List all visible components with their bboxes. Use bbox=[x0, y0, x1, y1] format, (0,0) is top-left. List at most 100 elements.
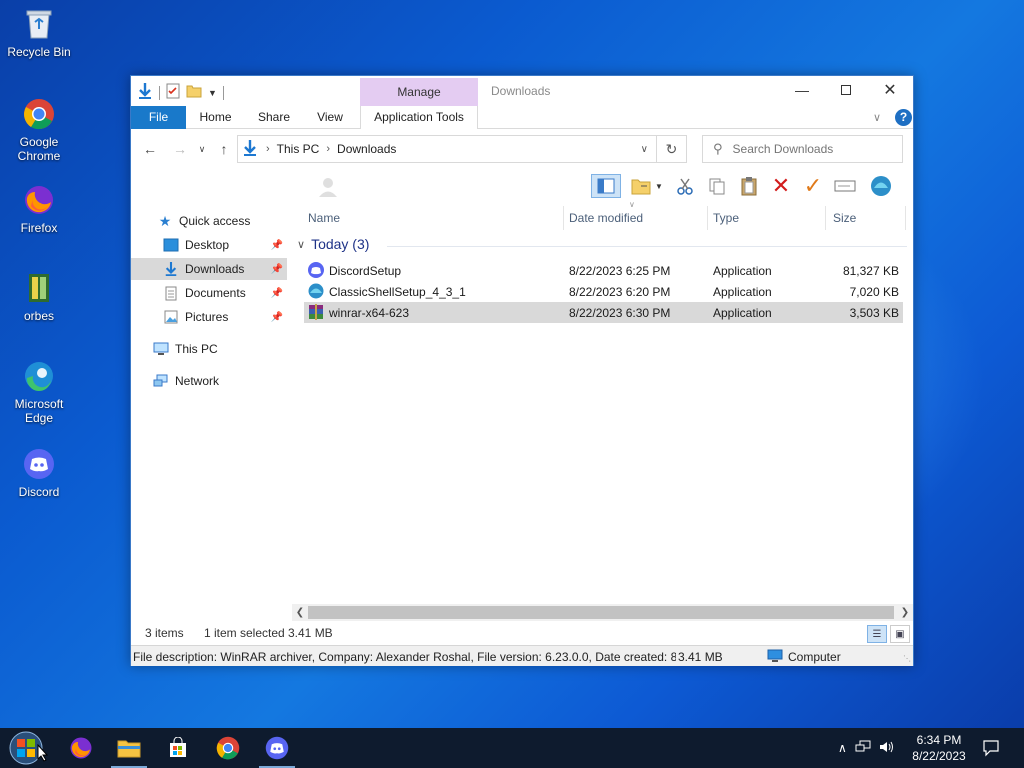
file-row[interactable]: DiscordSetup 8/22/2023 6:25 PM Applicati… bbox=[304, 260, 903, 281]
nav-item-quick-access[interactable]: ★ Quick access bbox=[157, 210, 313, 232]
column-divider[interactable] bbox=[707, 206, 708, 230]
up-button[interactable]: ↑ bbox=[215, 140, 233, 158]
desktop-icon-firefox[interactable]: Firefox bbox=[1, 182, 77, 235]
close-button[interactable]: ✕ bbox=[867, 76, 913, 104]
horizontal-scrollbar[interactable]: ❮ ❯ bbox=[292, 604, 913, 621]
chevron-right-icon: › bbox=[326, 143, 331, 155]
forward-button[interactable]: → bbox=[171, 140, 189, 158]
nav-item-desktop[interactable]: Desktop 📌 bbox=[131, 234, 287, 256]
search-input[interactable] bbox=[732, 142, 883, 156]
documents-folder-icon bbox=[163, 285, 179, 301]
rename-icon[interactable] bbox=[833, 174, 857, 198]
taskbar-firefox[interactable] bbox=[57, 728, 105, 768]
new-folder-icon[interactable] bbox=[186, 84, 202, 101]
minimize-button[interactable]: — bbox=[779, 76, 825, 104]
show-hidden-icons-icon[interactable]: ∧ bbox=[838, 741, 847, 755]
breadcrumb-this-pc[interactable]: This PC bbox=[277, 142, 320, 156]
notifications-icon[interactable] bbox=[982, 739, 1000, 760]
delete-icon[interactable]: ✕ bbox=[769, 173, 793, 198]
volume-icon[interactable] bbox=[879, 740, 895, 757]
pin-icon[interactable]: 📌 bbox=[271, 288, 283, 299]
maximize-button[interactable] bbox=[823, 76, 869, 104]
taskbar-chrome[interactable] bbox=[204, 728, 252, 768]
taskbar-microsoft-store[interactable] bbox=[154, 728, 202, 768]
desktop-icon-discord[interactable]: Discord bbox=[1, 446, 77, 499]
breadcrumb-downloads[interactable]: Downloads bbox=[337, 142, 396, 156]
taskbar-discord[interactable] bbox=[253, 728, 301, 768]
help-icon[interactable]: ? bbox=[895, 109, 912, 126]
file-description-bar: File description: WinRAR archiver, Compa… bbox=[131, 645, 913, 666]
nav-item-documents[interactable]: Documents 📌 bbox=[131, 282, 287, 304]
column-divider[interactable] bbox=[905, 206, 906, 230]
pin-icon[interactable]: 📌 bbox=[271, 240, 283, 251]
desktop-icon-chrome[interactable]: Google Chrome bbox=[1, 96, 77, 163]
copy-icon[interactable] bbox=[705, 174, 729, 198]
user-silhouette-icon bbox=[317, 176, 339, 198]
pin-icon[interactable]: 📌 bbox=[271, 264, 283, 275]
nav-item-pictures[interactable]: Pictures 📌 bbox=[131, 306, 287, 328]
file-explorer-window[interactable]: ▼ Manage Downloads — ✕ File Home Share V… bbox=[130, 75, 914, 666]
cut-icon[interactable] bbox=[673, 174, 697, 198]
refresh-button[interactable]: ↻ bbox=[657, 135, 687, 163]
classic-shell-icon[interactable] bbox=[869, 174, 893, 198]
properties-check-icon[interactable]: ✓ bbox=[801, 173, 825, 198]
scroll-right-icon[interactable]: ❯ bbox=[897, 605, 913, 620]
desktop-icon-edge[interactable]: Microsoft Edge bbox=[1, 358, 77, 425]
file-date: 8/22/2023 6:30 PM bbox=[569, 306, 671, 320]
desktop-icon-recycle-bin[interactable]: Recycle Bin bbox=[1, 6, 77, 59]
file-date: 8/22/2023 6:20 PM bbox=[569, 285, 671, 299]
recycle-bin-icon bbox=[21, 6, 57, 42]
computer-icon bbox=[153, 341, 169, 357]
nav-item-downloads[interactable]: Downloads 📌 bbox=[131, 258, 287, 280]
tab-file[interactable]: File bbox=[131, 106, 186, 129]
manage-context-tab[interactable]: Manage bbox=[360, 78, 478, 106]
tab-view[interactable]: View bbox=[309, 106, 351, 129]
taskbar-clock[interactable]: 6:34 PM 8/22/2023 bbox=[904, 732, 974, 764]
search-box[interactable]: ⚲ bbox=[702, 135, 903, 163]
column-header-date-modified[interactable]: Date modified bbox=[569, 206, 643, 230]
pin-icon[interactable]: 📌 bbox=[271, 312, 283, 323]
resize-grip-icon[interactable]: ⋱ bbox=[903, 654, 911, 663]
nav-item-this-pc[interactable]: This PC bbox=[153, 338, 309, 360]
column-header-name[interactable]: Name bbox=[308, 206, 340, 230]
scroll-left-icon[interactable]: ❮ bbox=[292, 605, 308, 620]
expand-ribbon-icon[interactable]: ∨ bbox=[873, 111, 881, 124]
column-divider[interactable] bbox=[563, 206, 564, 230]
desktop-folder-icon bbox=[163, 237, 179, 253]
back-button[interactable]: ← bbox=[141, 140, 159, 158]
file-size: 81,327 KB bbox=[842, 264, 899, 278]
navigation-pane-icon[interactable] bbox=[591, 174, 621, 198]
winrar-icon bbox=[308, 304, 324, 320]
file-size: 3,503 KB bbox=[849, 306, 899, 320]
column-header-type[interactable]: Type bbox=[713, 206, 739, 230]
details-view-button[interactable]: ☰ bbox=[867, 625, 887, 643]
large-icons-view-button[interactable]: ▣ bbox=[890, 625, 910, 643]
taskbar: ∧ 6:34 PM 8/22/2023 bbox=[0, 728, 1024, 768]
group-header-today[interactable]: ∨ Today (3) bbox=[297, 236, 369, 252]
download-arrow-icon bbox=[137, 82, 153, 103]
tab-share[interactable]: Share bbox=[251, 106, 297, 129]
properties-icon[interactable] bbox=[166, 83, 180, 102]
customize-qat-icon[interactable]: ▼ bbox=[208, 88, 217, 98]
pictures-folder-icon bbox=[163, 309, 179, 325]
nav-item-label: Downloads bbox=[185, 262, 245, 276]
desktop-icon-orbes[interactable]: orbes bbox=[1, 270, 77, 323]
recent-locations-button[interactable]: ∨ bbox=[193, 140, 211, 158]
tab-application-tools[interactable]: Application Tools bbox=[360, 106, 478, 129]
file-row-selected[interactable]: winrar-x64-623 8/22/2023 6:30 PM Applica… bbox=[304, 302, 903, 323]
column-header-size[interactable]: Size bbox=[833, 206, 856, 230]
title-bar[interactable]: ▼ Manage Downloads — ✕ bbox=[131, 76, 913, 106]
network-icon[interactable] bbox=[855, 740, 871, 757]
taskbar-file-explorer[interactable] bbox=[105, 728, 153, 768]
paste-icon[interactable] bbox=[737, 174, 761, 198]
column-divider[interactable] bbox=[825, 206, 826, 230]
address-bar[interactable]: › This PC › Downloads ∨ bbox=[237, 135, 657, 163]
folder-options-icon[interactable]: ▼ bbox=[629, 174, 665, 198]
scrollbar-thumb[interactable] bbox=[308, 606, 894, 619]
mouse-cursor-icon bbox=[37, 743, 49, 765]
address-dropdown-icon[interactable]: ∨ bbox=[641, 144, 648, 155]
tab-home[interactable]: Home bbox=[193, 106, 238, 129]
file-row[interactable]: ClassicShellSetup_4_3_1 8/22/2023 6:20 P… bbox=[304, 281, 903, 302]
nav-item-network[interactable]: Network bbox=[153, 370, 309, 392]
desktop-icon-label: orbes bbox=[23, 309, 55, 323]
